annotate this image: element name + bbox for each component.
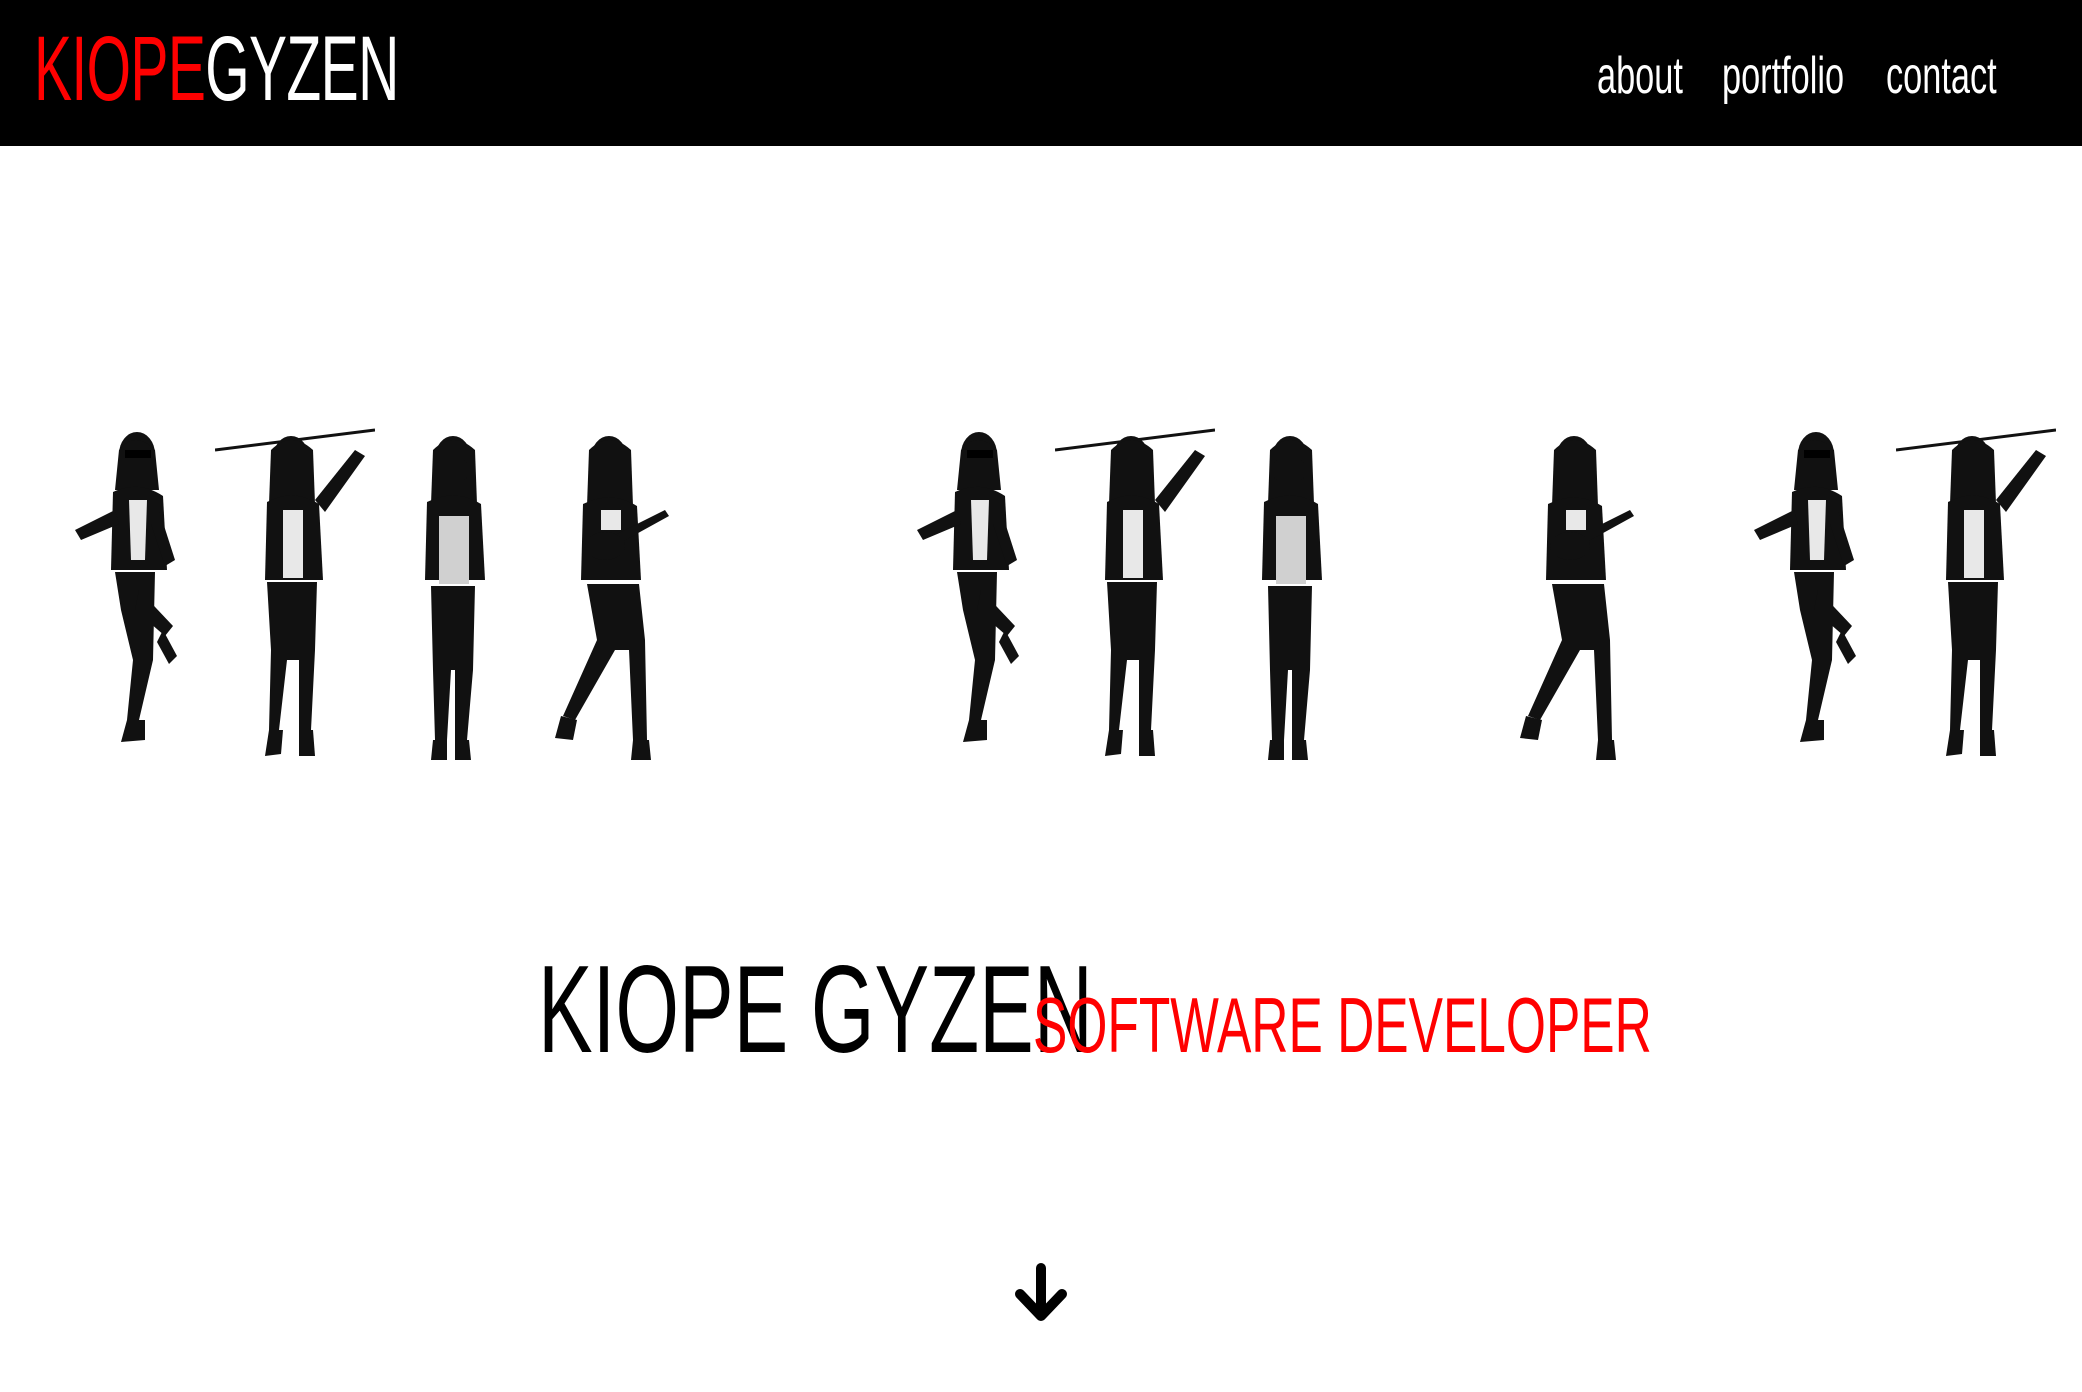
nav-portfolio[interactable]: portfolio xyxy=(1722,46,1844,106)
hero-title: KIOPE GYZEN SOFTWARE DEVELOPER xyxy=(0,941,2082,1079)
hero-name: KIOPE GYZEN xyxy=(538,941,1093,1079)
logo-last-name: GYZEN xyxy=(205,18,399,120)
figure-sunglasses-pose xyxy=(75,432,177,742)
figure-golf-swing-pose xyxy=(1896,428,2056,756)
nav-about[interactable]: about xyxy=(1597,46,1683,106)
nav-contact[interactable]: contact xyxy=(1886,46,1997,106)
figure-sunglasses-pose xyxy=(917,432,1019,742)
hero-role: SOFTWARE DEVELOPER xyxy=(1033,981,1652,1069)
photo-strip xyxy=(0,420,2082,770)
site-header: KIOPEGYZEN about portfolio contact xyxy=(0,0,2082,146)
figure-sunglasses-pose xyxy=(1754,432,1856,742)
figure-camera-pose xyxy=(425,436,485,760)
logo-first-name: KIOPE xyxy=(34,18,206,120)
figure-ukulele-pose xyxy=(1520,436,1634,760)
figure-camera-pose xyxy=(1262,436,1322,760)
site-logo[interactable]: KIOPEGYZEN xyxy=(34,14,399,124)
figure-golf-swing-pose xyxy=(215,428,375,756)
arrow-down-icon[interactable] xyxy=(1010,1262,1072,1324)
figure-ukulele-pose xyxy=(555,436,669,760)
figure-golf-swing-pose xyxy=(1055,428,1215,756)
